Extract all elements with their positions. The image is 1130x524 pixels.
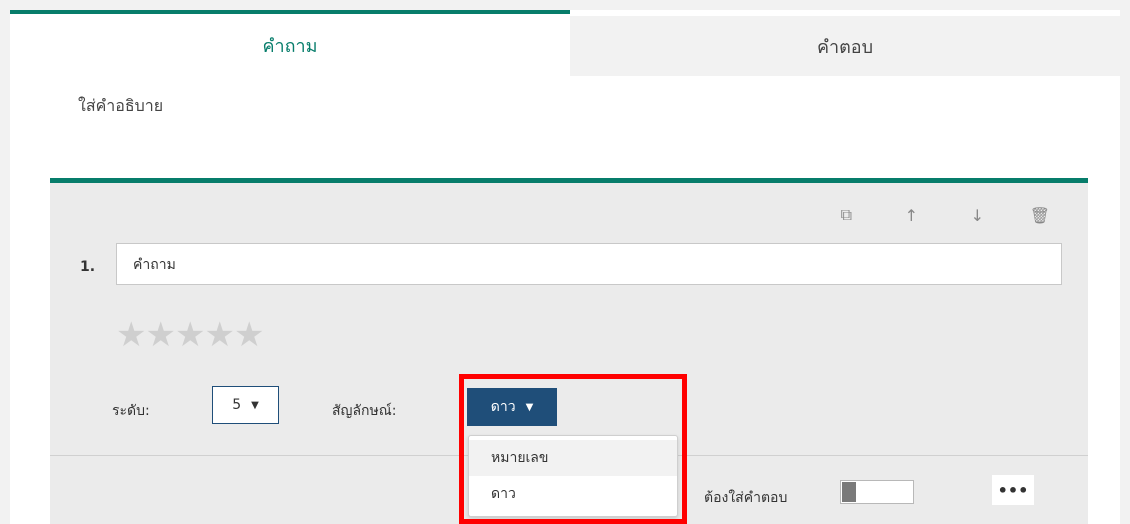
outer-frame-top xyxy=(10,0,1120,10)
outer-frame-left xyxy=(0,0,10,524)
delete-icon[interactable]: 🗑 xyxy=(984,203,1050,227)
outer-frame-right xyxy=(1120,0,1130,524)
question-toolbar: ⧉ ↑ ↓ 🗑 xyxy=(786,203,1050,227)
level-value: 5 xyxy=(232,397,242,413)
dropdown-option-number[interactable]: หมายเลข xyxy=(469,440,677,476)
tab-answer[interactable]: คำตอบ xyxy=(570,16,1120,76)
question-input[interactable]: คำถาม xyxy=(116,243,1062,285)
star-icon[interactable]: ★ xyxy=(175,315,206,355)
star-icon[interactable]: ★ xyxy=(145,315,176,355)
symbol-value: ดาว xyxy=(490,399,516,415)
chevron-down-icon: ▼ xyxy=(525,401,534,413)
level-label: ระดับ: xyxy=(112,403,150,419)
star-icon[interactable]: ★ xyxy=(116,315,147,355)
dropdown-option-star[interactable]: ดาว xyxy=(469,476,677,512)
star-icon[interactable]: ★ xyxy=(204,315,235,355)
toggle-knob xyxy=(842,482,856,502)
star-icon[interactable]: ★ xyxy=(234,315,265,355)
move-up-icon[interactable]: ↑ xyxy=(852,203,918,227)
chevron-down-icon: ▼ xyxy=(251,399,259,411)
tab-question-label: คำถาม xyxy=(262,35,318,57)
more-options-button[interactable]: ••• xyxy=(992,475,1034,505)
required-label: ต้องใส่คำตอบ xyxy=(704,490,788,506)
level-dropdown[interactable]: 5 ▼ xyxy=(212,386,279,424)
symbol-dropdown-menu: หมายเลข ดาว xyxy=(468,435,678,517)
move-down-icon[interactable]: ↓ xyxy=(918,203,984,227)
question-number: 1. xyxy=(80,259,96,275)
rating-stars: ★ ★ ★ ★ ★ xyxy=(116,315,265,355)
description-field[interactable]: ใส่คำอธิบาย xyxy=(78,94,163,119)
copy-icon[interactable]: ⧉ xyxy=(786,203,852,227)
required-toggle[interactable] xyxy=(840,480,914,504)
tab-question[interactable]: คำถาม xyxy=(10,10,570,76)
symbol-label: สัญลักษณ์: xyxy=(332,403,397,419)
symbol-dropdown[interactable]: ดาว ▼ xyxy=(467,388,557,426)
tab-answer-label: คำตอบ xyxy=(816,36,874,58)
question-card: ⧉ ↑ ↓ 🗑 1. คำถาม ★ ★ ★ ★ ★ ระดับ: 5 ▼ สั… xyxy=(50,178,1088,524)
